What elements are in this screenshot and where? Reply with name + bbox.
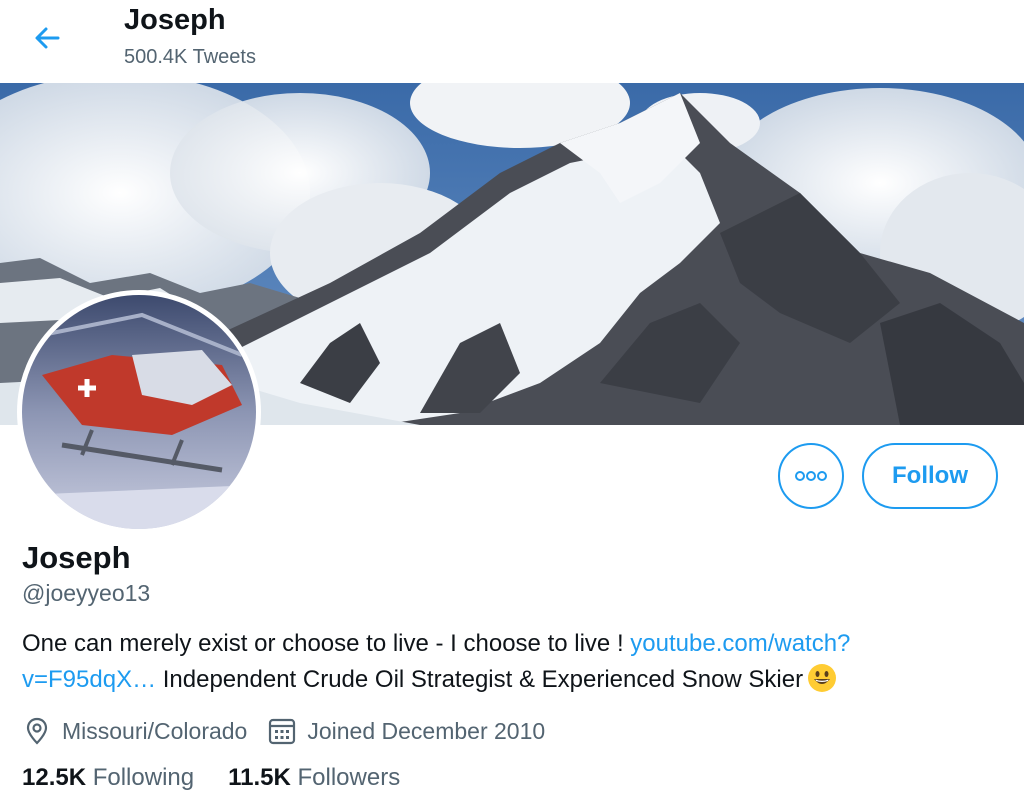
profile-avatar[interactable] <box>17 290 261 534</box>
profile-joined-date: Joined December 2010 <box>307 717 546 744</box>
grinning-face-emoji-icon <box>808 664 837 692</box>
profile-display-name: Joseph <box>22 540 131 575</box>
avatar-helicopter-image <box>22 295 256 529</box>
back-button[interactable] <box>28 18 68 58</box>
following-link[interactable]: 12.5K Following <box>22 764 194 792</box>
header-tweet-count: 500.4K Tweets <box>124 46 256 68</box>
bio-text: One can merely exist or choose to live -… <box>22 630 631 657</box>
header-title: Joseph <box>124 4 226 36</box>
profile-bio: One can merely exist or choose to live -… <box>22 626 982 698</box>
followers-link[interactable]: 11.5K Followers <box>228 764 400 792</box>
profile-meta: Missouri/Colorado Joined December 2010 <box>22 715 545 747</box>
more-options-icon <box>795 471 827 481</box>
profile-location: Missouri/Colorado <box>62 717 248 744</box>
bio-text-continued: Independent Crude Oil Strategist & Exper… <box>156 666 804 693</box>
profile-header: Joseph 500.4K Tweets <box>0 0 1024 82</box>
following-count: 12.5K <box>22 764 87 791</box>
following-label: Following <box>92 764 195 791</box>
more-options-button[interactable] <box>778 443 844 509</box>
followers-label: Followers <box>297 764 401 791</box>
profile-handle: @joeyyeo13 <box>22 580 151 606</box>
follow-button[interactable]: Follow <box>862 443 998 509</box>
profile-stats: 12.5K Following 11.5K Followers <box>22 764 434 792</box>
back-arrow-icon <box>35 27 60 49</box>
calendar-icon <box>269 718 296 745</box>
followers-count: 11.5K <box>228 764 291 791</box>
location-pin-icon <box>26 717 48 745</box>
